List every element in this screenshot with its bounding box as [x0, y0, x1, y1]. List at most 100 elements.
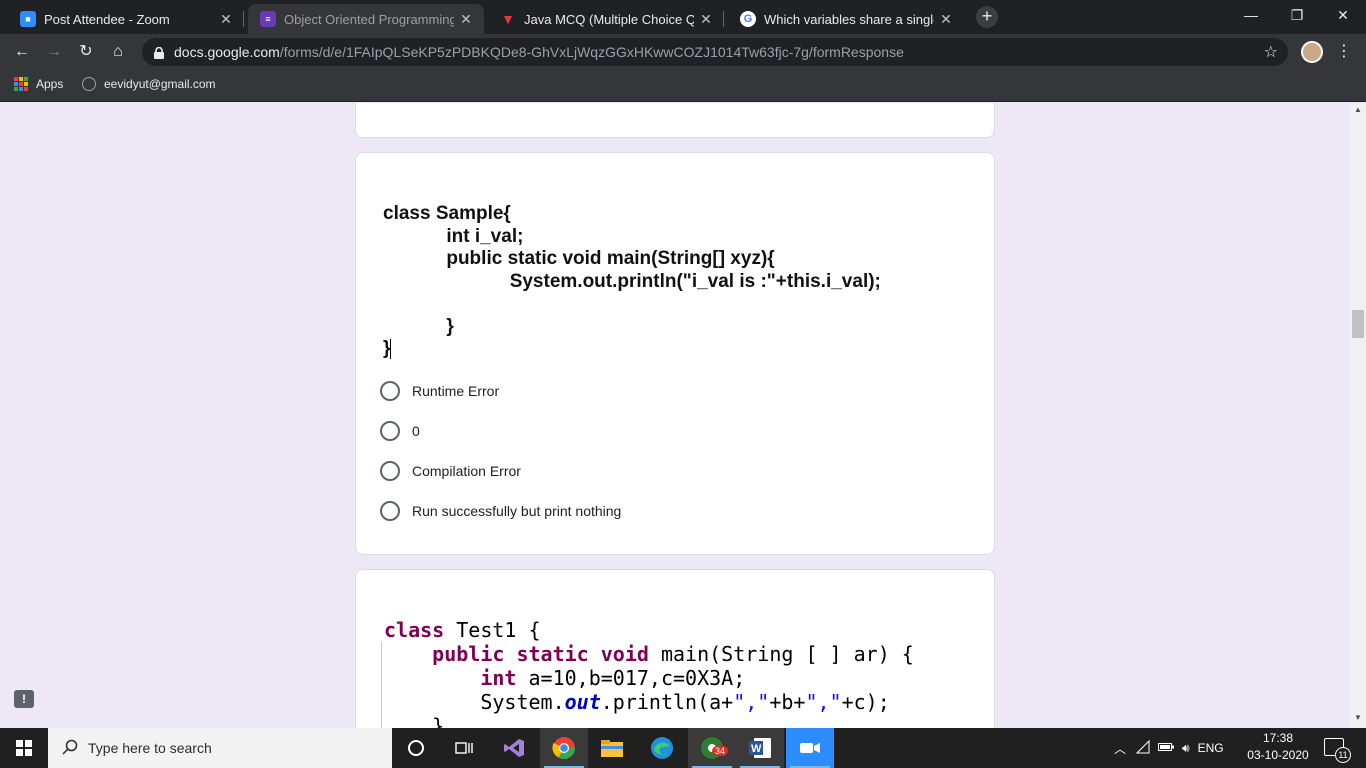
- code-line: }: [383, 315, 454, 337]
- chrome-taskbar-icon[interactable]: [540, 728, 588, 768]
- language-indicator[interactable]: ENG: [1198, 741, 1224, 755]
- tab-title: Java MCQ (Multiple Choice Ques: [524, 11, 694, 27]
- option-label: 0: [412, 423, 420, 439]
- option-run-successfully[interactable]: Run successfully but print nothing: [380, 501, 621, 521]
- code-line: }: [383, 338, 391, 359]
- bookmark-apps[interactable]: Apps: [14, 77, 63, 91]
- show-hidden-icons-icon[interactable]: ︿: [1114, 740, 1126, 757]
- new-tab-button[interactable]: +: [976, 6, 998, 28]
- radio-button[interactable]: [380, 381, 400, 401]
- volume-icon[interactable]: 🔊︎: [1182, 741, 1190, 756]
- windows-logo-icon: [16, 740, 32, 756]
- bookmark-label: Apps: [36, 77, 64, 91]
- google-icon: G: [740, 11, 756, 27]
- previous-question-card: [355, 103, 995, 138]
- edge-icon[interactable]: [638, 728, 686, 768]
- code-line: }: [384, 714, 445, 728]
- file-explorer-icon[interactable]: [588, 728, 636, 768]
- search-icon: [62, 739, 78, 758]
- zoom-taskbar-icon[interactable]: [786, 728, 834, 768]
- windows-taskbar: Type here to search 34 W ︿ 🔊︎ ENG 17:38 …: [0, 728, 1366, 768]
- radio-button[interactable]: [380, 501, 400, 521]
- bookmark-star-icon[interactable]: ☆: [1264, 42, 1278, 62]
- bookmark-email[interactable]: eevidyut@gmail.com: [82, 77, 216, 91]
- radio-button[interactable]: [380, 421, 400, 441]
- action-center-icon[interactable]: 11: [1324, 738, 1351, 763]
- battery-icon[interactable]: [1158, 741, 1175, 755]
- clock-time: 17:38: [1262, 731, 1294, 745]
- option-label: Run successfully but print nothing: [412, 503, 622, 519]
- tab-title: Post Attendee - Zoom: [44, 11, 170, 27]
- text-cursor: [390, 338, 392, 359]
- option-compilation-error[interactable]: Compilation Error: [380, 461, 521, 481]
- network-icon[interactable]: [1135, 739, 1150, 757]
- notification-count: 11: [1335, 747, 1351, 763]
- back-icon[interactable]: ←: [10, 40, 34, 64]
- scrollbar-thumb[interactable]: [1352, 310, 1364, 338]
- address-bar[interactable]: docs.google.com/forms/d/e/1FAIpQLSeKP5zP…: [142, 38, 1288, 66]
- code-line: int a=10,b=017,c=0X3A;: [480, 666, 746, 690]
- tab-zoom[interactable]: ■ Post Attendee - Zoom ✕: [8, 4, 244, 34]
- code-line: public static void main(String[] xyz){: [383, 248, 775, 269]
- more-menu-icon[interactable]: ⋮: [1336, 41, 1352, 61]
- google-forms-icon: ≡: [260, 11, 276, 27]
- visual-studio-icon[interactable]: [490, 728, 538, 768]
- close-tab-icon[interactable]: ✕: [454, 11, 478, 28]
- search-placeholder: Type here to search: [88, 740, 212, 756]
- option-runtime-error[interactable]: Runtime Error: [380, 381, 499, 401]
- code-indent-guide: [381, 642, 382, 728]
- cortana-icon[interactable]: [392, 728, 440, 768]
- form-page: class Sample{ int i_val; public static v…: [0, 103, 1350, 728]
- question-card-1: class Sample{ int i_val; public static v…: [355, 152, 995, 555]
- close-tab-icon[interactable]: ✕: [934, 11, 958, 28]
- zoom-icon: ■: [20, 11, 36, 27]
- url-host: docs.google.com: [174, 44, 280, 60]
- home-icon[interactable]: ⌂: [106, 40, 130, 64]
- option-label: Compilation Error: [412, 463, 521, 479]
- apps-grid-icon: [14, 77, 28, 91]
- close-tab-icon[interactable]: ✕: [694, 11, 718, 28]
- browser-toolbar: ← → ↻ ⌂ docs.google.com/forms/d/e/1FAIpQ…: [0, 34, 1366, 70]
- restore-icon[interactable]: ❐: [1274, 0, 1320, 30]
- profile-avatar[interactable]: [1301, 41, 1323, 63]
- svg-text:W: W: [751, 743, 762, 755]
- site-logo-icon: ▼: [501, 11, 515, 27]
- globe-icon: [82, 77, 96, 91]
- bookmark-label: eevidyut@gmail.com: [104, 77, 216, 91]
- reload-icon[interactable]: ↻: [74, 40, 98, 64]
- minimize-icon[interactable]: —: [1228, 0, 1274, 30]
- task-view-icon[interactable]: [440, 728, 488, 768]
- lock-icon: [154, 46, 164, 59]
- close-window-icon[interactable]: ✕: [1320, 0, 1366, 30]
- tab-google-search[interactable]: G Which variables share a single co ✕: [728, 4, 964, 34]
- page-scrollbar[interactable]: ▲ ▼: [1350, 103, 1366, 728]
- tab-title: Which variables share a single co: [764, 11, 934, 27]
- start-button[interactable]: [0, 728, 48, 768]
- question-card-2: class Test1 { public static void main(St…: [355, 569, 995, 728]
- code-line: class Sample{: [383, 203, 511, 224]
- system-tray: ︿ 🔊︎ ENG: [1114, 728, 1224, 768]
- report-feedback-icon[interactable]: !: [14, 690, 34, 708]
- scroll-down-icon[interactable]: ▼: [1350, 713, 1366, 722]
- forward-icon[interactable]: →: [42, 40, 66, 64]
- tab-google-form[interactable]: ≡ Object Oriented Programming w ✕: [248, 4, 484, 34]
- option-zero[interactable]: 0: [380, 421, 420, 441]
- code-line: int i_val;: [383, 225, 524, 247]
- bookmarks-bar: Apps eevidyut@gmail.com: [0, 70, 1366, 102]
- browser-tab-strip: ■ Post Attendee - Zoom ✕ ≡ Object Orient…: [0, 0, 1366, 34]
- radio-button[interactable]: [380, 461, 400, 481]
- clock[interactable]: 17:38 03-10-2020: [1240, 730, 1316, 766]
- tab-title: Object Oriented Programming w: [284, 11, 454, 27]
- close-tab-icon[interactable]: ✕: [214, 11, 238, 28]
- chrome-profile-taskbar-icon[interactable]: 34: [688, 728, 736, 768]
- tab-java-mcq[interactable]: ▼ Java MCQ (Multiple Choice Ques ✕: [488, 4, 724, 34]
- url-path: /forms/d/e/1FAIpQLSeKP5zPDBKQDe8-GhVxLjW…: [279, 44, 904, 60]
- code-line: class Test1 {: [384, 618, 541, 642]
- word-icon[interactable]: W: [736, 728, 784, 768]
- notification-badge: 34: [712, 746, 729, 756]
- scroll-up-icon[interactable]: ▲: [1350, 105, 1366, 114]
- taskbar-search[interactable]: Type here to search: [48, 728, 392, 768]
- code-line: System.out.println("i_val is :"+this.i_v…: [383, 270, 881, 292]
- code-line: public static void main(String [ ] ar) {: [432, 642, 914, 666]
